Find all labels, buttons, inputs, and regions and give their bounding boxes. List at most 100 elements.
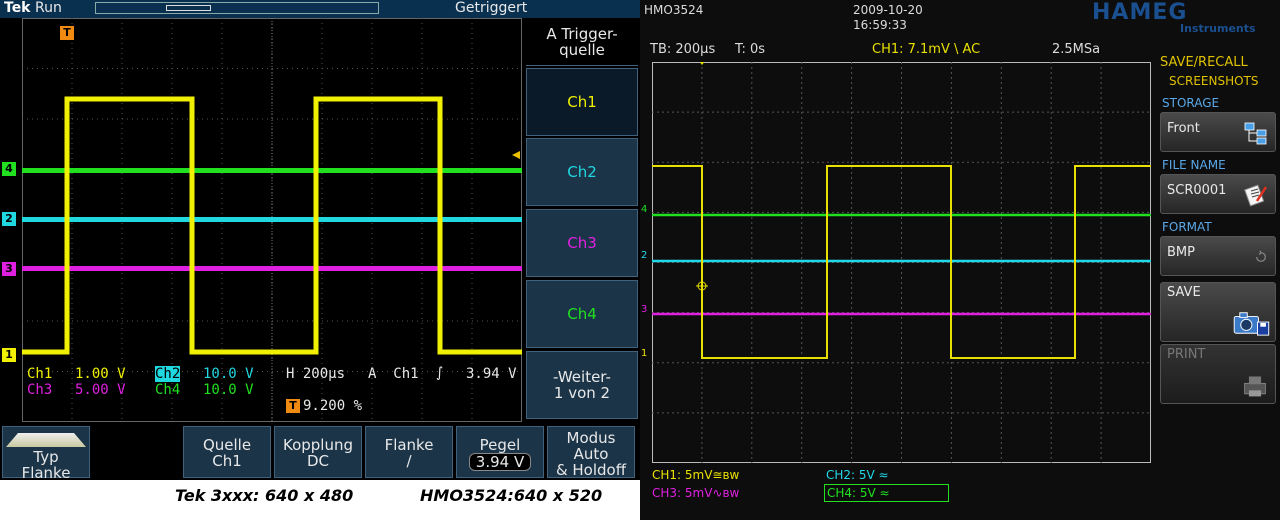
tek-trigger-status: Getriggert bbox=[455, 0, 528, 16]
hmo-filename-value: SCR0001 bbox=[1167, 183, 1227, 198]
tek-run-status: Run bbox=[35, 0, 62, 16]
tek-ch4-name: Ch4 bbox=[155, 382, 181, 398]
hmo-timebase: TB: 200µs bbox=[650, 42, 716, 57]
tek-source-value: Ch1 bbox=[212, 452, 242, 470]
tek-ch3-name: Ch3 bbox=[27, 382, 53, 398]
tek-ch3-marker: 3 bbox=[2, 262, 16, 276]
tek-side-button-more[interactable]: -Weiter- 1 von 2 bbox=[526, 351, 638, 419]
hmo-format-value: BMP bbox=[1167, 245, 1195, 260]
tek-trigger-source: A Ch1 bbox=[368, 366, 419, 382]
tek-ch3-scale: 5.00 V bbox=[75, 382, 126, 398]
hmo-print-button[interactable]: PRINT bbox=[1160, 344, 1276, 404]
hmo-ch1-scale: CH1: 5mV≅ʙᴡ bbox=[652, 468, 740, 482]
hmo-model: HMO3524 bbox=[644, 3, 704, 17]
tek-ch2-scale: 10.0 V bbox=[203, 366, 254, 382]
tek-bottom-button-slope[interactable]: Flanke ∕ bbox=[365, 426, 453, 478]
tek-side-button-ch3[interactable]: Ch3 bbox=[526, 209, 638, 277]
tek-type-label: Typ bbox=[33, 448, 59, 466]
tek-bottom-button-type[interactable]: Typ Flanke bbox=[2, 426, 90, 480]
folder-tree-icon bbox=[1244, 122, 1267, 145]
tek-ch2-trace bbox=[22, 217, 522, 222]
tek-caption: Tek 3xxx: 640 x 480 bbox=[175, 486, 354, 505]
hmo-ch1-info: CH1: 7.1mV \ AC bbox=[872, 42, 981, 57]
hmo-menu-subtitle: SCREENSHOTS bbox=[1169, 74, 1259, 88]
hmo-time: 16:59:33 bbox=[853, 18, 907, 32]
hmo-storage-value: Front bbox=[1167, 121, 1200, 136]
hmo-save-label: SAVE bbox=[1167, 285, 1201, 300]
hmo-storage-label: STORAGE bbox=[1162, 96, 1220, 110]
tek-source-label: Quelle bbox=[202, 436, 252, 454]
hmo-ch2-marker: 2 bbox=[641, 250, 648, 261]
tek-trigger-slope-icon: ∫ bbox=[436, 365, 444, 381]
printer-icon bbox=[1244, 376, 1266, 397]
hmo-save-button[interactable]: SAVE bbox=[1160, 282, 1276, 342]
hmo-format-button[interactable]: BMP bbox=[1160, 236, 1276, 276]
hmo-print-label: PRINT bbox=[1167, 347, 1206, 362]
tek-horizontal-scale: H 200µs bbox=[286, 366, 346, 382]
tek-slope-label: Flanke bbox=[384, 436, 434, 454]
hmo-oscilloscope-screen: HMO3524 2009-10-20 16:59:33 HAMEG Instru… bbox=[640, 0, 1280, 520]
hmo-caption: HMO3524:640 x 520 bbox=[420, 486, 603, 505]
tek-mode-value: Auto & Holdoff bbox=[555, 445, 627, 479]
tek-ch4-marker: 4 bbox=[2, 162, 16, 176]
tek-trigger-position-marker: T bbox=[60, 26, 74, 40]
tek-graticule bbox=[22, 18, 522, 422]
hmo-side-menu: SAVE/RECALL SCREENSHOTS STORAGE Front FI… bbox=[1160, 52, 1278, 412]
hmo-ch3-marker: 3 bbox=[641, 304, 648, 315]
hmo-sample-rate: 2.5MSa bbox=[1052, 42, 1101, 57]
tek-side-button-ch1[interactable]: Ch1 bbox=[526, 68, 638, 136]
tek-side-button-ch2[interactable]: Ch2 bbox=[526, 138, 638, 206]
tek-level-label: Pegel bbox=[479, 436, 521, 454]
hmo-trigger-time: T: 0s bbox=[735, 42, 766, 57]
screenshot-comparison: Tek Run Getriggert T 4 2 3 1 Ch1 1.00 V … bbox=[0, 0, 1280, 520]
hmo-date: 2009-10-20 bbox=[853, 3, 923, 17]
tek-oscilloscope-screen: Tek Run Getriggert T 4 2 3 1 Ch1 1.00 V … bbox=[0, 0, 640, 480]
tek-trigger-level: 3.94 V bbox=[466, 366, 517, 382]
tek-ch3-trace bbox=[22, 266, 522, 271]
tek-trigger-level-marker bbox=[512, 151, 520, 159]
tek-ch4-scale: 10.0 V bbox=[203, 382, 254, 398]
hmo-ch1-marker: 1 bbox=[641, 348, 648, 359]
hmeg-logo: HAMEG bbox=[1092, 0, 1188, 25]
hmo-ch4-scale: CH4: 5V ≈ bbox=[824, 484, 949, 502]
tek-brand: Tek bbox=[4, 0, 31, 16]
tek-slope-icon: ∕ bbox=[406, 452, 412, 470]
tek-record-bar bbox=[95, 2, 379, 14]
hmo-storage-button[interactable]: Front bbox=[1160, 112, 1276, 152]
hmo-ch3-scale: CH3: 5mV∿ʙᴡ bbox=[652, 486, 740, 500]
tek-side-header: A Trigger- quelle bbox=[526, 18, 638, 66]
hmo-ch4-marker: 4 bbox=[641, 204, 648, 215]
tek-side-menu: A Trigger- quelle Ch1 Ch2 Ch3 Ch4 -Weite… bbox=[526, 18, 640, 422]
tek-ch2-marker: 2 bbox=[2, 212, 16, 226]
tek-type-value: Flanke bbox=[21, 464, 71, 480]
tek-bottom-menu: Typ Flanke Quelle Ch1 Kopplung DC Flanke… bbox=[0, 424, 640, 480]
hmo-menu-title: SAVE/RECALL bbox=[1160, 55, 1248, 70]
camera-save-icon bbox=[1233, 312, 1270, 336]
tek-bottom-button-mode[interactable]: Modus Auto & Holdoff bbox=[547, 426, 635, 478]
hmo-filename-label: FILE NAME bbox=[1162, 158, 1226, 172]
tek-trigger-pos-icon: T bbox=[286, 399, 300, 413]
tek-coupling-value: DC bbox=[306, 452, 330, 470]
rotate-arrow-icon bbox=[1256, 250, 1266, 262]
hmo-format-label: FORMAT bbox=[1162, 220, 1212, 234]
hmo-ch2-scale: CH2: 5V ≈ bbox=[826, 468, 889, 482]
hmeg-logo-sub: Instruments bbox=[1180, 22, 1256, 35]
tek-ch1-name: Ch1 bbox=[27, 366, 53, 382]
tek-type-tab-shape bbox=[6, 433, 86, 447]
tek-level-value: 3.94 V bbox=[468, 453, 532, 471]
tek-bottom-button-source[interactable]: Quelle Ch1 bbox=[183, 426, 271, 478]
tek-record-window bbox=[166, 5, 211, 11]
tek-ch1-scale: 1.00 V bbox=[75, 366, 126, 382]
tek-ch1-marker: 1 bbox=[2, 348, 16, 362]
tek-coupling-label: Kopplung bbox=[282, 436, 353, 454]
tek-bottom-button-level[interactable]: Pegel 3.94 V bbox=[456, 426, 544, 478]
tek-ch4-trace bbox=[22, 168, 522, 173]
edit-document-icon bbox=[1244, 184, 1268, 207]
tek-trigger-position: 9.200 % bbox=[303, 398, 363, 414]
tek-mode-label: Modus bbox=[566, 429, 616, 447]
hmo-graticule bbox=[652, 62, 1151, 463]
tek-status-bar: Tek Run Getriggert bbox=[0, 0, 640, 18]
hmo-filename-button[interactable]: SCR0001 bbox=[1160, 174, 1276, 214]
tek-side-button-ch4[interactable]: Ch4 bbox=[526, 280, 638, 348]
tek-bottom-button-coupling[interactable]: Kopplung DC bbox=[274, 426, 362, 478]
